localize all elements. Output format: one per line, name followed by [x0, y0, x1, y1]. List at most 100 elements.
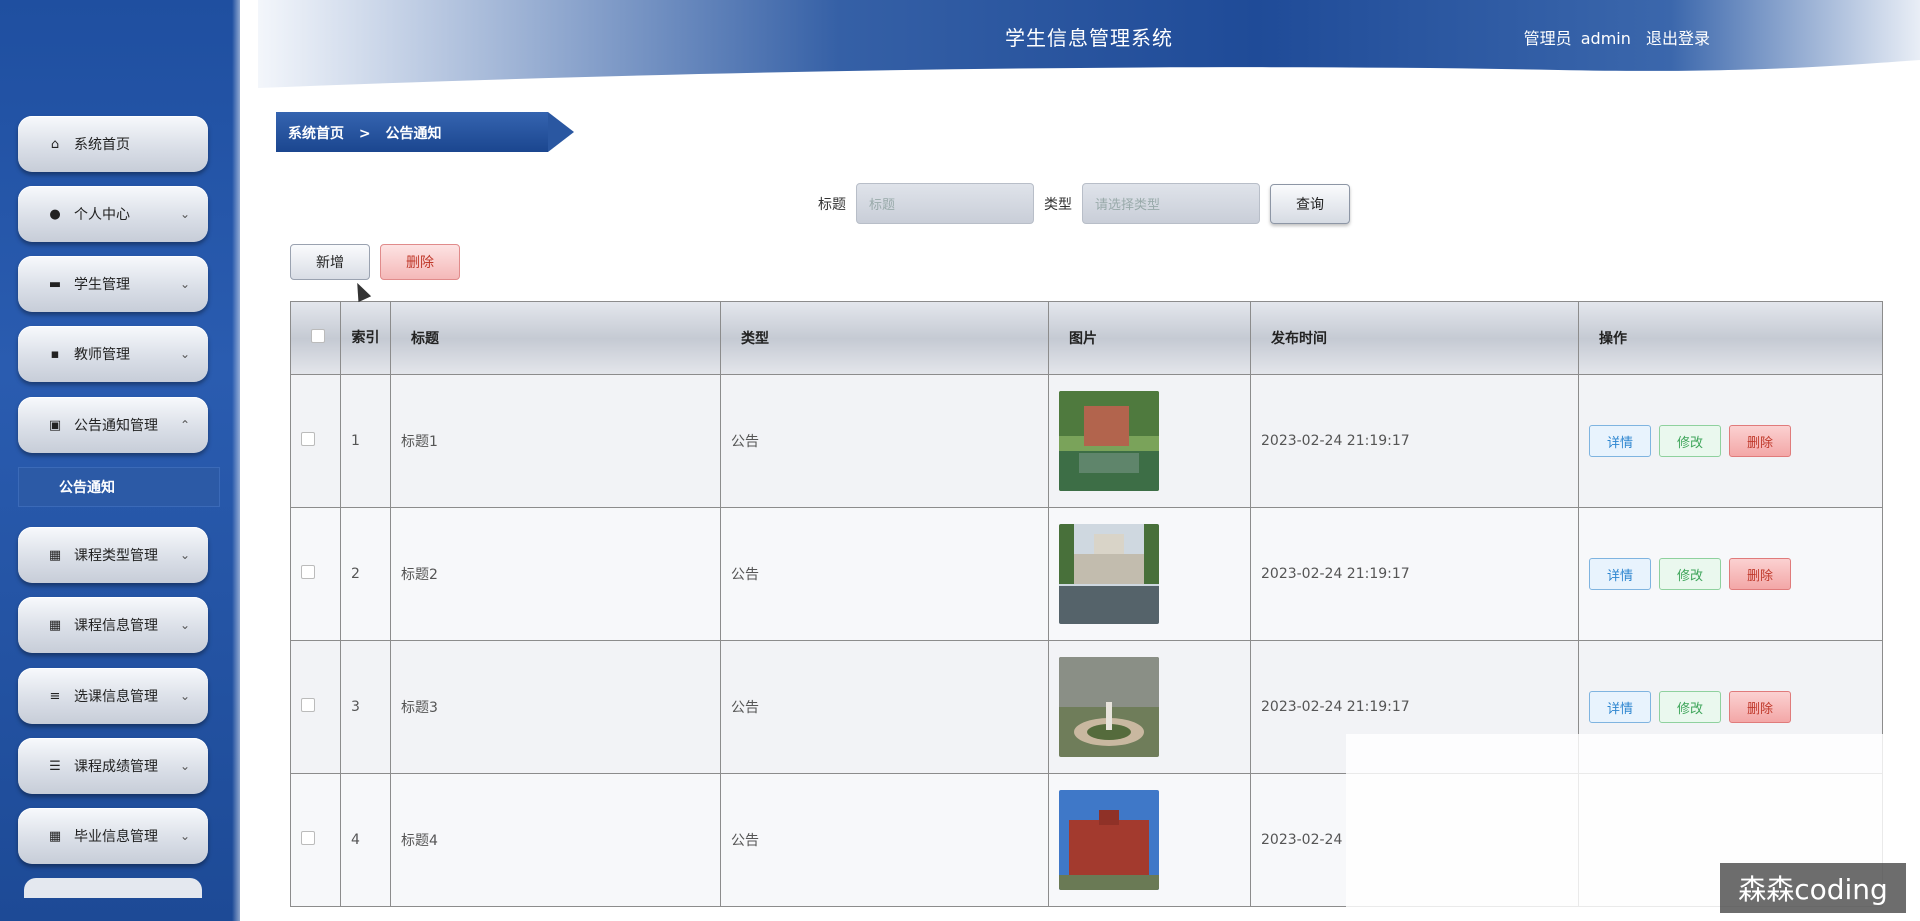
add-button[interactable]: 新增 [290, 244, 370, 280]
row-checkbox[interactable] [301, 432, 315, 446]
column-header-image: 图片 [1048, 301, 1251, 375]
column-header-published: 发布时间 [1250, 301, 1579, 375]
campus-photo-thumbnail[interactable] [1059, 790, 1159, 890]
column-header-type: 类型 [720, 301, 1049, 375]
username: admin [1580, 29, 1631, 48]
campus-photo-thumbnail[interactable] [1059, 391, 1159, 491]
chevron-down-icon: ⌄ [179, 829, 190, 843]
user-role: 管理员 [1523, 29, 1572, 48]
sidebar-item-label: 课程类型管理 [74, 548, 158, 564]
row-image-cell [1048, 773, 1251, 907]
column-header-actions: 操作 [1578, 301, 1883, 375]
row-title: 标题3 [390, 640, 721, 774]
grid-icon: ▦ [48, 547, 62, 563]
row-type: 公告 [720, 640, 1049, 774]
sidebar-item-label: 选课信息管理 [74, 689, 158, 705]
edit-button[interactable]: 修改 [1659, 691, 1721, 723]
table-row: 1 标题1 公告 2023-02-24 21:19:17 详情 修改 删除 [290, 374, 1883, 508]
row-index: 2 [340, 507, 391, 641]
sidebar-item-label: 课程成绩管理 [74, 759, 158, 775]
video-watermark: 森森coding [1720, 863, 1906, 913]
breadcrumb: 系统首页 > 公告通知 [276, 112, 576, 152]
sidebar-item-course-info[interactable]: ▦ 课程信息管理 ⌄ [18, 597, 208, 653]
row-select-cell [290, 640, 341, 774]
row-title: 标题1 [390, 374, 721, 508]
logout-link[interactable]: 退出登录 [1646, 29, 1710, 48]
chevron-down-icon: ⌄ [179, 347, 190, 361]
clipboard-icon: ▣ [48, 417, 62, 433]
breadcrumb-current: 公告通知 [385, 126, 442, 142]
sidebar-item-label: 个人中心 [74, 207, 130, 223]
chevron-up-icon: ⌃ [179, 418, 190, 432]
sidebar-item-label: 毕业信息管理 [74, 829, 158, 845]
edit-button[interactable]: 修改 [1659, 558, 1721, 590]
row-select-cell [290, 773, 341, 907]
column-header-index: 索引 [340, 301, 391, 375]
sidebar-item-personal[interactable]: ● 个人中心 ⌄ [18, 186, 208, 242]
chevron-down-icon: ⌄ [179, 277, 190, 291]
row-index: 4 [340, 773, 391, 907]
home-icon: ⌂ [50, 136, 60, 152]
sidebar-item-enrollment[interactable]: ≡ 选课信息管理 ⌄ [18, 668, 208, 724]
chevron-down-icon: ⌄ [179, 548, 190, 562]
row-image-cell [1048, 374, 1251, 508]
select-all-checkbox[interactable] [311, 329, 325, 343]
row-checkbox[interactable] [301, 831, 315, 845]
sidebar-item-course-types[interactable]: ▦ 课程类型管理 ⌄ [18, 527, 208, 583]
grid-icon: ▦ [48, 617, 62, 633]
campus-photo-thumbnail[interactable] [1059, 524, 1159, 624]
row-published: 2023-02-24 21:19:17 [1250, 507, 1579, 641]
teacher-icon: ▪ [50, 346, 60, 362]
row-checkbox[interactable] [301, 698, 315, 712]
row-actions: 详情 修改 删除 [1578, 374, 1883, 508]
sidebar-subitem-label: 公告通知 [59, 480, 115, 496]
title-label: 标题 [818, 196, 846, 213]
sliders-icon: ≡ [49, 688, 61, 704]
sidebar-item-label: 公告通知管理 [74, 418, 158, 434]
type-select[interactable]: 请选择类型 [1082, 183, 1260, 224]
row-title: 标题4 [390, 773, 721, 907]
sidebar-item-partial[interactable] [24, 878, 202, 898]
delete-button[interactable]: 删除 [1729, 425, 1791, 457]
sidebar-item-grades[interactable]: ☰ 课程成绩管理 ⌄ [18, 738, 208, 794]
delete-button[interactable]: 删除 [1729, 691, 1791, 723]
detail-button[interactable]: 详情 [1589, 425, 1651, 457]
sidebar-subitem-notice[interactable]: 公告通知 [18, 467, 220, 507]
sidebar-item-label: 学生管理 [74, 277, 130, 293]
app-header: 学生信息管理系统 管理员 admin 退出登录 [258, 0, 1920, 88]
grid-icon: ▦ [48, 828, 62, 844]
row-title: 标题2 [390, 507, 721, 641]
detail-button[interactable]: 详情 [1589, 691, 1651, 723]
row-published: 2023-02-24 21:19:17 [1250, 374, 1579, 508]
chevron-down-icon: ⌄ [179, 759, 190, 773]
edit-button[interactable]: 修改 [1659, 425, 1721, 457]
chevron-down-icon: ⌄ [179, 618, 190, 632]
sidebar-item-label: 教师管理 [74, 347, 130, 363]
delete-button[interactable]: 删除 [1729, 558, 1791, 590]
sidebar-item-teachers[interactable]: ▪ 教师管理 ⌄ [18, 326, 208, 382]
search-bar: 标题 标题 类型 请选择类型 查询 [818, 183, 1350, 224]
row-type: 公告 [720, 374, 1049, 508]
bulk-delete-button[interactable]: 删除 [380, 244, 460, 280]
sidebar-item-notices[interactable]: ▣ 公告通知管理 ⌃ [18, 397, 208, 453]
detail-button[interactable]: 详情 [1589, 558, 1651, 590]
sidebar-item-home[interactable]: ⌂ 系统首页 [18, 116, 208, 172]
title-search-input[interactable]: 标题 [856, 183, 1034, 224]
breadcrumb-separator: > [358, 126, 371, 142]
sidebar-item-label: 课程信息管理 [74, 618, 158, 634]
row-checkbox[interactable] [301, 565, 315, 579]
breadcrumb-home[interactable]: 系统首页 [288, 126, 344, 142]
row-type: 公告 [720, 773, 1049, 907]
sidebar-item-students[interactable]: ▬ 学生管理 ⌄ [18, 256, 208, 312]
user-info: 管理员 admin 退出登录 [1514, 25, 1710, 49]
campus-photo-thumbnail[interactable] [1059, 657, 1159, 757]
row-select-cell [290, 507, 341, 641]
query-button[interactable]: 查询 [1270, 183, 1350, 224]
table-row: 2 标题2 公告 2023-02-24 21:19:17 详情 修改 删除 [290, 507, 1883, 641]
row-index: 1 [340, 374, 391, 508]
sidebar-item-graduation[interactable]: ▦ 毕业信息管理 ⌄ [18, 808, 208, 864]
chevron-down-icon: ⌄ [179, 689, 190, 703]
chevron-down-icon: ⌄ [179, 207, 190, 221]
list-icon: ☰ [49, 758, 61, 774]
mouse-cursor-icon [350, 279, 372, 303]
